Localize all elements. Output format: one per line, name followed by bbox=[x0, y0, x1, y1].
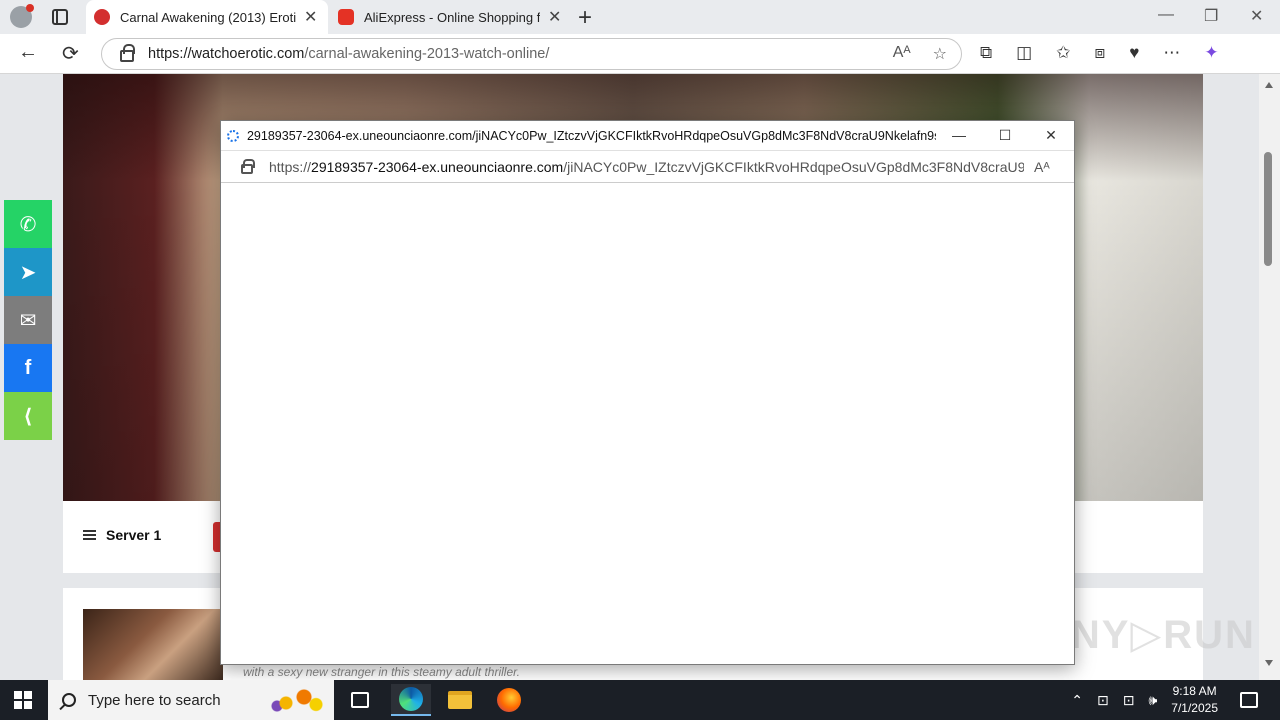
reload-button[interactable]: ⟳ bbox=[62, 41, 79, 66]
whatsapp-share-icon[interactable]: ✆ bbox=[4, 200, 52, 248]
collections-icon[interactable]: ⧈ bbox=[1094, 43, 1105, 63]
clock-date: 7/1/2025 bbox=[1171, 701, 1218, 715]
search-placeholder: Type here to search bbox=[88, 691, 221, 709]
edge-taskbar-button[interactable] bbox=[391, 684, 431, 716]
scroll-thumb[interactable] bbox=[1264, 152, 1272, 266]
popup-lock-icon[interactable] bbox=[241, 158, 255, 174]
search-highlight-flowers-icon bbox=[268, 685, 328, 715]
tab-aliexpress[interactable]: AliExpress - Online Shopping für Elektro… bbox=[330, 0, 566, 34]
minimize-window-button[interactable]: — bbox=[1158, 6, 1174, 24]
popup-maximize-button[interactable]: ☐ bbox=[982, 127, 1028, 144]
aliexpress-favicon-icon bbox=[338, 9, 354, 25]
more-menu-icon[interactable]: ⋯ bbox=[1163, 43, 1180, 63]
popup-read-aloud-icon[interactable]: Aᴬ bbox=[1034, 159, 1050, 175]
popup-content bbox=[221, 183, 1074, 663]
url-text: https://watchoerotic.com/carnal-awakenin… bbox=[148, 46, 550, 62]
facebook-share-icon[interactable]: f bbox=[4, 344, 52, 392]
system-tray: ⌃ ⊡ ⊡ 🕪 9:18 AM 7/1/2025 bbox=[1071, 680, 1280, 720]
extensions-icon[interactable]: ⧉ bbox=[980, 43, 992, 63]
scroll-down-arrow-icon[interactable] bbox=[1265, 660, 1273, 666]
profile-avatar-icon[interactable] bbox=[10, 4, 34, 28]
windows-taskbar: Type here to search ⌃ ⊡ ⊡ 🕪 9:18 AM 7/1/… bbox=[0, 680, 1280, 720]
clock[interactable]: 9:18 AM 7/1/2025 bbox=[1171, 683, 1218, 717]
taskbar-search[interactable]: Type here to search bbox=[48, 680, 334, 720]
back-button[interactable]: ← bbox=[18, 41, 38, 64]
edge-icon bbox=[399, 687, 423, 711]
url-field[interactable]: https://watchoerotic.com/carnal-awakenin… bbox=[101, 38, 962, 70]
performance-icon[interactable]: ♥ bbox=[1129, 43, 1139, 63]
tab-title: AliExpress - Online Shopping für Elektro… bbox=[364, 9, 540, 25]
close-tab-icon[interactable]: ✕ bbox=[304, 7, 317, 27]
popup-title: 29189357-23064-ex.uneounciaonre.com/jiNA… bbox=[246, 128, 936, 143]
address-bar: ← ⟳ https://watchoerotic.com/carnal-awak… bbox=[0, 34, 1280, 74]
email-share-icon[interactable]: ✉ bbox=[4, 296, 52, 344]
favorites-icon[interactable]: ✩ bbox=[1056, 43, 1070, 63]
close-window-button[interactable]: ✕ bbox=[1250, 6, 1263, 26]
firefox-icon bbox=[497, 688, 521, 712]
task-view-icon bbox=[351, 692, 369, 708]
network-icon[interactable]: ⊡ bbox=[1123, 692, 1135, 709]
loading-spinner-icon bbox=[227, 129, 239, 142]
folder-icon bbox=[448, 691, 472, 709]
page-scrollbar[interactable] bbox=[1259, 74, 1280, 680]
read-aloud-icon[interactable]: Aᴬ bbox=[893, 44, 911, 64]
share-sidebar: ✆ ➤ ✉ f ⟨ bbox=[4, 200, 52, 440]
tab-carnal-awakening[interactable]: Carnal Awakening (2013) Erotic Movie Wat… bbox=[86, 0, 328, 34]
popup-url: https://29189357-23064-ex.uneounciaonre.… bbox=[269, 158, 1024, 175]
device-icon[interactable]: ⊡ bbox=[1097, 692, 1109, 709]
popup-minimize-button[interactable]: — bbox=[936, 127, 982, 144]
generic-share-icon[interactable]: ⟨ bbox=[4, 392, 52, 440]
restore-window-button[interactable]: ❐ bbox=[1204, 6, 1218, 26]
windows-start-icon[interactable] bbox=[14, 691, 32, 709]
movie-poster[interactable] bbox=[83, 609, 223, 680]
copilot-icon[interactable]: ✦ bbox=[1204, 43, 1218, 63]
notifications-icon[interactable] bbox=[1240, 692, 1258, 708]
server-1-label[interactable]: Server 1 bbox=[83, 527, 161, 543]
popup-close-button[interactable]: ✕ bbox=[1028, 127, 1074, 144]
favorite-star-icon[interactable]: ☆ bbox=[933, 44, 947, 64]
volume-icon[interactable]: 🕪 bbox=[1148, 692, 1157, 709]
popup-titlebar[interactable]: 29189357-23064-ex.uneounciaonre.com/jiNA… bbox=[221, 121, 1074, 151]
list-icon bbox=[83, 530, 96, 540]
tab-bar: Carnal Awakening (2013) Erotic Movie Wat… bbox=[0, 0, 1280, 34]
search-icon bbox=[62, 693, 76, 707]
popup-address-bar[interactable]: https://29189357-23064-ex.uneounciaonre.… bbox=[221, 151, 1074, 183]
split-screen-icon[interactable]: ◫ bbox=[1016, 43, 1032, 63]
popup-window: 29189357-23064-ex.uneounciaonre.com/jiNA… bbox=[220, 120, 1075, 665]
tab-actions-icon[interactable] bbox=[52, 9, 68, 25]
new-tab-button[interactable]: + bbox=[578, 4, 592, 32]
lock-icon[interactable] bbox=[120, 44, 135, 62]
file-explorer-taskbar-button[interactable] bbox=[440, 684, 480, 716]
clock-time: 9:18 AM bbox=[1172, 684, 1217, 698]
show-hidden-icons-icon[interactable]: ⌃ bbox=[1071, 692, 1083, 709]
tab-title: Carnal Awakening (2013) Erotic Movie Wat… bbox=[120, 9, 296, 25]
close-tab-icon[interactable]: ✕ bbox=[548, 7, 561, 27]
movie-description: with a sexy new stranger in this steamy … bbox=[243, 665, 521, 679]
telegram-share-icon[interactable]: ➤ bbox=[4, 248, 52, 296]
scroll-up-arrow-icon[interactable] bbox=[1265, 82, 1273, 88]
firefox-taskbar-button[interactable] bbox=[489, 684, 529, 716]
site-favicon-icon bbox=[94, 9, 110, 25]
task-view-button[interactable] bbox=[340, 684, 380, 716]
